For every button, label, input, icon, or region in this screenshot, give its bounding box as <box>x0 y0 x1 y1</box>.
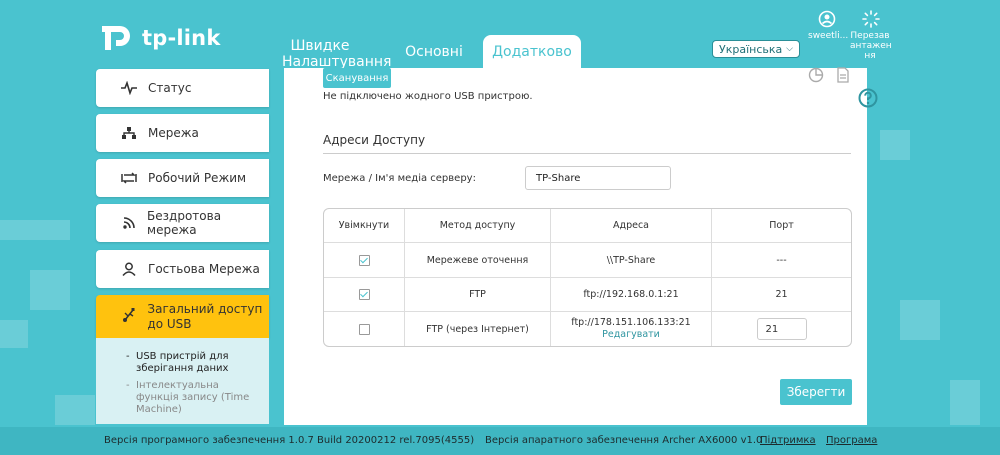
tab-advanced[interactable]: Додатково <box>483 35 581 68</box>
tab-label: Основні <box>405 44 463 60</box>
sidebar-item-guest[interactable]: Гостьова Мережа <box>96 250 269 288</box>
port-cell: --- <box>712 243 851 278</box>
decor-square <box>0 220 70 240</box>
port-cell: 21 <box>712 278 851 312</box>
decor-square <box>950 380 980 425</box>
sidebar-item-status[interactable]: Статус <box>96 69 269 107</box>
port-input[interactable]: 21 <box>756 318 807 340</box>
app-link[interactable]: Програма <box>826 435 877 446</box>
tab-basic[interactable]: Основні <box>400 44 468 64</box>
sidebar-item-label: Робочий Режим <box>148 171 247 185</box>
enable-checkbox[interactable] <box>358 254 370 266</box>
tab-label: Швидке Налаштування <box>282 38 392 70</box>
footer: Версія програмного забезпечення 1.0.7 Bu… <box>0 427 1000 455</box>
guest-icon <box>118 262 140 276</box>
enable-cell <box>324 243 405 278</box>
no-usb-text: Не підключено жодного USB пристрою. <box>323 91 533 102</box>
server-name-label: Мережа / Ім'я медіа серверу: <box>323 173 476 184</box>
chevron-down-icon: ⌵ <box>786 44 793 54</box>
tab-quick-setup[interactable]: Швидке Налаштування <box>282 38 391 70</box>
tab-label: Додатково <box>492 43 572 60</box>
sidebar-item-label: Мережа <box>148 126 199 140</box>
bullet: - <box>126 351 130 362</box>
sidebar-item-network[interactable]: Мережа <box>96 114 269 152</box>
pulse-icon <box>118 81 140 95</box>
sidebar-item-label: Бездротова мережа <box>147 209 222 237</box>
usb-subnav: - USB пристрій для зберігання даних - Ін… <box>96 338 269 424</box>
usb-icon <box>118 307 139 323</box>
user-menu[interactable]: sweetli... <box>808 10 849 41</box>
subnav-item-time-machine[interactable]: - Інтелектуальна функція запису (Time Ma… <box>126 380 256 416</box>
method-cell: Мережеве оточення <box>405 243 551 278</box>
enable-cell <box>324 312 405 346</box>
tplink-logo-icon <box>102 26 130 50</box>
table-row: FTP ftp://192.168.0.1:21 21 <box>324 278 851 312</box>
table-row: Мережеве оточення \\TP-Share --- <box>324 243 851 278</box>
document-icon[interactable] <box>836 67 850 87</box>
table-header: Порт <box>712 209 851 243</box>
port-cell: 21 <box>712 312 851 346</box>
server-name-value: TP-Share <box>536 172 581 184</box>
table-header-row: Увімкнути Метод доступу Адреса Порт <box>324 209 851 243</box>
table-header: Адреса <box>551 209 712 243</box>
scan-button[interactable]: Сканування <box>323 68 391 88</box>
address-cell: ftp://178.151.106.133:21 Редагувати <box>551 312 712 346</box>
method-cell: FTP <box>405 278 551 312</box>
decor-square <box>0 320 28 348</box>
help-icon[interactable] <box>858 88 878 112</box>
decor-square <box>30 270 70 310</box>
decor-square <box>880 130 910 160</box>
sidebar-item-label: Гостьова Мережа <box>148 262 260 276</box>
network-icon <box>118 126 140 140</box>
decor-square <box>55 395 95 425</box>
reboot-button[interactable]: Перезав антажен ня <box>850 10 892 61</box>
address-cell: \\TP-Share <box>551 243 712 278</box>
section-divider <box>323 153 851 154</box>
sidebar-item-wireless[interactable]: Бездротова мережа <box>96 204 269 242</box>
user-label: sweetli... <box>808 31 849 41</box>
firmware-version: Версія програмного забезпечення 1.0.7 Bu… <box>104 435 475 446</box>
subnav-item-label: Інтелектуальна функція запису (Time Mach… <box>136 380 250 415</box>
sidebar-item-label: Статус <box>148 81 192 95</box>
enable-checkbox[interactable] <box>358 323 370 335</box>
table-header: Увімкнути <box>324 209 405 243</box>
subnav-item-label: USB пристрій для зберігання даних <box>136 351 229 374</box>
support-link[interactable]: Підтримка <box>760 435 816 446</box>
sidebar-item-label: Загальний доступ до USB <box>147 302 263 331</box>
method-cell: FTP (через Інтернет) <box>405 312 551 346</box>
mode-icon <box>118 171 140 185</box>
sidebar-item-operation-mode[interactable]: Робочий Режим <box>96 159 269 197</box>
table-header: Метод доступу <box>405 209 551 243</box>
decor-square <box>900 300 940 340</box>
edit-link[interactable]: Редагувати <box>551 329 711 341</box>
table-row: FTP (через Інтернет) ftp://178.151.106.1… <box>324 312 851 346</box>
section-title: Адреси Доступу <box>323 133 426 147</box>
enable-checkbox[interactable] <box>358 289 370 300</box>
hardware-version: Версія апаратного забезпечення Archer AX… <box>485 435 763 446</box>
enable-cell <box>324 278 405 312</box>
server-name-input[interactable]: TP-Share <box>525 166 671 190</box>
sidebar-item-usb[interactable]: Загальний доступ до USB <box>96 295 269 338</box>
user-icon <box>818 10 836 28</box>
access-table: Увімкнути Метод доступу Адреса Порт Мере… <box>323 208 852 347</box>
address-cell: ftp://192.168.0.1:21 <box>551 278 712 312</box>
subnav-item-usb-storage[interactable]: - USB пристрій для зберігання даних <box>126 351 256 375</box>
language-value: Українська <box>719 42 783 56</box>
reboot-label: Перезав антажен ня <box>850 31 892 61</box>
reboot-icon <box>862 10 880 28</box>
save-button[interactable]: Зберегти <box>780 379 852 405</box>
logo-text: tp-link <box>142 26 221 50</box>
logo: tp-link <box>96 18 221 58</box>
wifi-icon <box>118 216 139 230</box>
bullet: - <box>126 380 130 391</box>
address-text: ftp://178.151.106.133:21 <box>571 317 691 328</box>
language-select[interactable]: Українська ⌵ <box>712 40 800 58</box>
chart-icon[interactable] <box>808 67 824 87</box>
